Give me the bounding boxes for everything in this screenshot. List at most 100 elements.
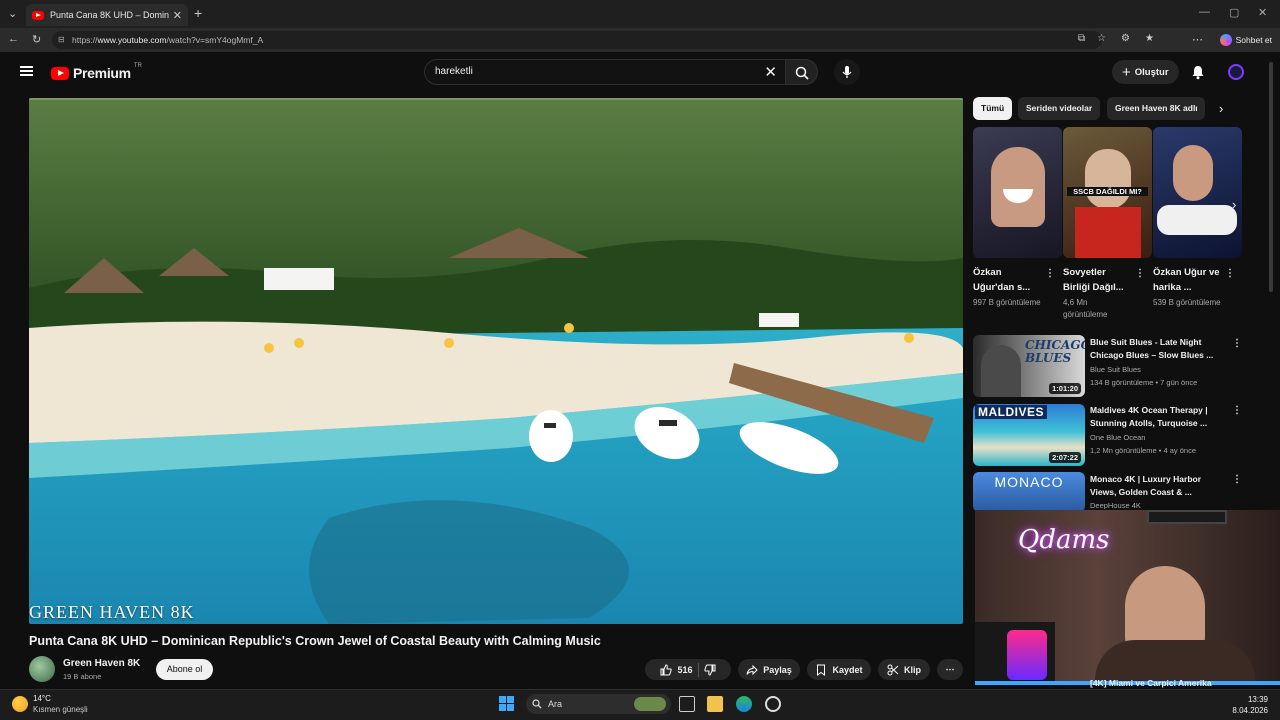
related-title[interactable]: Blue Suit Blues - Late Night Chicago Blu… bbox=[1090, 336, 1222, 362]
search-input[interactable]: hareketli ✕ bbox=[424, 59, 786, 85]
clip-button[interactable]: Klip bbox=[878, 659, 930, 680]
chip-channel[interactable]: Green Haven 8K adlı bbox=[1107, 97, 1205, 120]
related-thumbnail[interactable]: MONACO bbox=[973, 472, 1085, 512]
account-avatar[interactable] bbox=[1228, 64, 1244, 80]
favorite-star-icon[interactable]: ☆ bbox=[1097, 33, 1106, 44]
short-thumbnail[interactable] bbox=[1153, 127, 1242, 258]
new-tab-button[interactable]: + bbox=[194, 5, 202, 21]
related-title[interactable]: Monaco 4K | Luxury Harbor Views, Golden … bbox=[1090, 473, 1222, 499]
thumb-text: MONACO bbox=[994, 474, 1064, 490]
edge-browser-icon[interactable] bbox=[736, 696, 752, 712]
app-icon[interactable] bbox=[765, 696, 781, 712]
short-title[interactable]: Özkan Uğur'dan s... bbox=[973, 265, 1043, 295]
tab-title: Punta Cana 8K UHD – Dominican bbox=[50, 10, 169, 20]
short-views: 4,6 Mn görüntüleme bbox=[1063, 298, 1108, 319]
channel-avatar[interactable] bbox=[29, 656, 55, 682]
related-channel[interactable]: One Blue Ocean bbox=[1090, 431, 1230, 444]
related-channel[interactable]: DeepHouse 4K bbox=[1090, 499, 1230, 509]
share-label: Paylaş bbox=[763, 664, 792, 675]
maximize-icon[interactable]: ▢ bbox=[1229, 6, 1239, 19]
file-explorer-icon[interactable] bbox=[707, 696, 723, 712]
short-thumb-text: SSCB DAĞILDI MI? bbox=[1067, 187, 1148, 196]
thumb-text: MALDIVES bbox=[975, 405, 1048, 419]
bookmark-icon bbox=[817, 664, 826, 676]
taskbar-clock[interactable]: 13:39 8.04.2026 bbox=[1232, 694, 1268, 716]
progress-bar[interactable] bbox=[29, 98, 963, 100]
short-title[interactable]: Sovyetler Birliği Dağıl... bbox=[1063, 265, 1133, 295]
video-watermark: GREEN HAVEN 8K bbox=[29, 602, 195, 622]
weather-description[interactable]: Kısmen güneşli bbox=[33, 705, 88, 714]
related-menu-icon[interactable]: ⋮ bbox=[1232, 338, 1242, 349]
video-title: Punta Cana 8K UHD – Dominican Republic's… bbox=[29, 634, 601, 648]
neon-sign: Qdams bbox=[1018, 525, 1110, 555]
related-title[interactable]: Maldives 4K Ocean Therapy | Stunning Ato… bbox=[1090, 404, 1222, 430]
menu-hamburger-icon[interactable] bbox=[20, 66, 33, 76]
extensions-icon[interactable]: ⚙ bbox=[1121, 33, 1130, 44]
app-available-icon[interactable]: ⧉ bbox=[1078, 33, 1085, 44]
save-button[interactable]: Kaydet bbox=[807, 659, 871, 680]
page-scrollbar[interactable] bbox=[1269, 62, 1273, 292]
search-query: hareketli bbox=[435, 66, 473, 77]
taskbar-search-label: Ara bbox=[548, 699, 563, 709]
related-thumbnail[interactable]: CHICAGO BLUES 1:01:20 bbox=[973, 335, 1085, 397]
plus-icon: + bbox=[1122, 63, 1131, 81]
short-thumbnail[interactable]: SSCB DAĞILDI MI? bbox=[1063, 127, 1152, 258]
channel-name[interactable]: Green Haven 8K bbox=[63, 658, 140, 669]
thumb-text: CHICAGO BLUES bbox=[1025, 338, 1085, 365]
taskbar-search[interactable]: Ara bbox=[526, 694, 671, 714]
related-menu-icon[interactable]: ⋮ bbox=[1232, 405, 1242, 416]
clock-date: 8.04.2026 bbox=[1232, 706, 1268, 715]
related-menu-icon[interactable]: ⋮ bbox=[1232, 474, 1242, 485]
url-host: www.youtube.com bbox=[97, 35, 167, 45]
more-menu-icon[interactable]: ⋯ bbox=[1192, 33, 1203, 46]
clear-search-icon[interactable]: ✕ bbox=[764, 63, 777, 81]
share-button[interactable]: Paylaş bbox=[738, 659, 800, 680]
close-window-icon[interactable]: ✕ bbox=[1258, 6, 1267, 19]
site-info-icon[interactable]: ⊟ bbox=[58, 31, 65, 49]
short-menu-icon[interactable]: ⋮ bbox=[1225, 268, 1235, 279]
copilot-icon bbox=[1219, 34, 1232, 46]
reload-icon[interactable]: ↻ bbox=[32, 33, 41, 46]
task-view-icon[interactable] bbox=[679, 696, 695, 712]
favorites-icon[interactable]: ★ bbox=[1145, 33, 1154, 44]
logo-text: Premium bbox=[73, 65, 131, 81]
like-button[interactable]: 516 bbox=[660, 663, 693, 676]
tab-active[interactable]: Punta Cana 8K UHD – Dominican ✕ bbox=[26, 4, 188, 26]
taskbar-search-icon bbox=[532, 699, 542, 709]
chat-label: Sohbet et bbox=[1235, 35, 1272, 45]
related-thumbnail[interactable]: MALDIVES 2:07:22 bbox=[973, 404, 1085, 466]
copilot-chat-button[interactable]: Sohbet et bbox=[1219, 32, 1272, 48]
browser-tabstrip: ⌄ Punta Cana 8K UHD – Dominican ✕ + — ▢ … bbox=[0, 0, 1280, 28]
chip-series[interactable]: Seriden videolar bbox=[1018, 97, 1101, 120]
short-thumbnail[interactable] bbox=[973, 127, 1062, 258]
create-button[interactable]: + Oluştur bbox=[1112, 60, 1179, 84]
related-channel[interactable]: Blue Suit Blues bbox=[1090, 363, 1230, 376]
short-menu-icon[interactable]: ⋮ bbox=[1045, 268, 1055, 279]
more-actions-button[interactable]: ⋯ bbox=[937, 659, 963, 680]
subscribe-button[interactable]: Abone ol bbox=[156, 659, 213, 680]
thumbs-down-icon[interactable] bbox=[703, 664, 716, 676]
shorts-next-chevron-icon[interactable]: › bbox=[1232, 197, 1236, 212]
chips-next-chevron-icon[interactable]: › bbox=[1219, 101, 1223, 116]
voice-search-button[interactable] bbox=[834, 59, 860, 85]
short-views: 539 B görüntüleme bbox=[1153, 298, 1221, 307]
weather-sun-icon[interactable] bbox=[12, 696, 28, 712]
weather-temperature[interactable]: 14°C bbox=[33, 694, 51, 703]
video-player[interactable]: GREEN HAVEN 8K bbox=[29, 98, 963, 624]
microphone-icon bbox=[842, 66, 852, 78]
address-bar[interactable]: ⊟ https://www.youtube.com/watch?v=smY4og… bbox=[52, 31, 1102, 49]
search-button[interactable] bbox=[786, 59, 818, 85]
short-title[interactable]: Özkan Uğur ve harika ... bbox=[1153, 265, 1223, 295]
minimize-icon[interactable]: — bbox=[1199, 6, 1210, 18]
like-count: 516 bbox=[677, 664, 693, 675]
chip-all[interactable]: Tümü bbox=[973, 97, 1013, 120]
youtube-logo[interactable]: Premium TR bbox=[51, 63, 142, 81]
tab-list-chevron-icon[interactable]: ⌄ bbox=[8, 7, 17, 20]
tab-close-icon[interactable]: ✕ bbox=[173, 9, 182, 22]
short-menu-icon[interactable]: ⋮ bbox=[1135, 268, 1145, 279]
windows-start-icon[interactable] bbox=[499, 696, 514, 711]
notifications-bell-icon[interactable] bbox=[1190, 64, 1206, 80]
url-prefix: https:// bbox=[72, 35, 98, 45]
back-icon[interactable]: ← bbox=[8, 33, 19, 45]
duration-badge: 2:07:22 bbox=[1049, 452, 1081, 463]
